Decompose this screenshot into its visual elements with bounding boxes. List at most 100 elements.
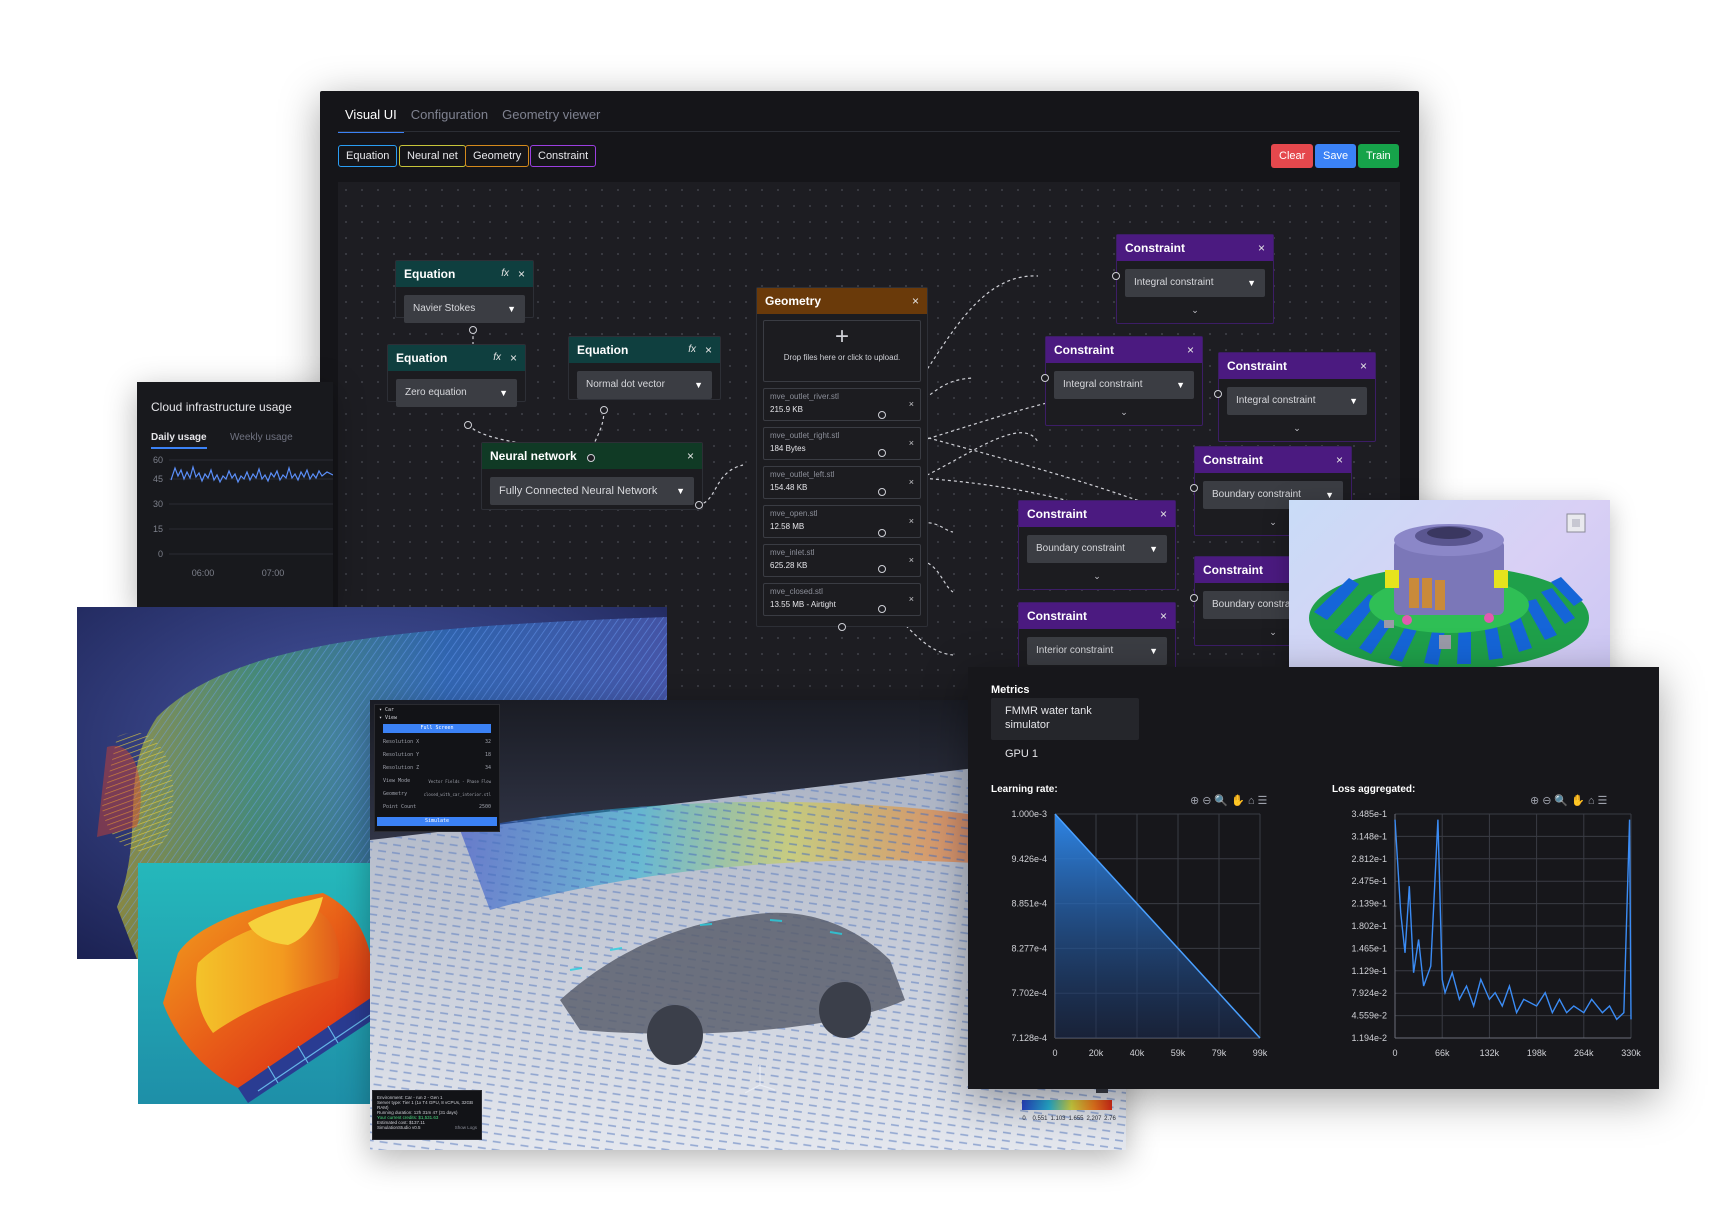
node-port[interactable] bbox=[878, 605, 886, 613]
node-title: Constraint bbox=[1203, 563, 1263, 577]
expand-chevron-icon[interactable]: ⌄ bbox=[1117, 305, 1273, 317]
tab-daily-usage[interactable]: Daily usage bbox=[151, 432, 207, 449]
node-port[interactable] bbox=[1190, 484, 1198, 492]
constraint-node[interactable]: Constraint × Integral constraint ▼ ⌄ bbox=[1116, 234, 1274, 324]
close-icon[interactable]: × bbox=[510, 345, 517, 371]
close-icon[interactable]: × bbox=[705, 337, 712, 363]
file-dropzone[interactable]: + Drop files here or click to upload. bbox=[763, 320, 921, 382]
full-screen-button[interactable]: Full Screen bbox=[383, 724, 491, 733]
close-icon[interactable]: × bbox=[687, 443, 694, 469]
close-icon[interactable]: × bbox=[909, 594, 914, 604]
control-row[interactable]: Resolution X 32 bbox=[383, 736, 491, 749]
control-row[interactable]: Resolution Y 18 bbox=[383, 749, 491, 762]
file-item[interactable]: mve_closed.stl 13.55 MB - Airtight × bbox=[763, 583, 921, 616]
constraint-select[interactable]: Integral constraint ▼ bbox=[1125, 269, 1265, 297]
close-icon[interactable]: × bbox=[909, 477, 914, 487]
constraint-select[interactable]: Integral constraint ▼ bbox=[1227, 387, 1367, 415]
equation-node-normal-dot-vector[interactable]: Equation fx × Normal dot vector ▼ bbox=[568, 336, 721, 400]
function-icon[interactable]: fx bbox=[688, 337, 696, 363]
simulate-button[interactable]: Simulate bbox=[377, 817, 497, 826]
add-geometry-chip[interactable]: Geometry bbox=[465, 145, 530, 167]
node-title: Constraint bbox=[1027, 609, 1087, 623]
clear-button[interactable]: Clear bbox=[1271, 144, 1314, 168]
y-tick-label: 1.802e-1 bbox=[1351, 921, 1387, 931]
node-port[interactable] bbox=[464, 421, 472, 429]
constraint-select[interactable]: Integral constraint ▼ bbox=[1054, 371, 1194, 399]
close-icon[interactable]: × bbox=[518, 261, 525, 287]
tab-visual-ui[interactable]: Visual UI bbox=[338, 107, 404, 133]
add-neural-net-chip[interactable]: Neural net bbox=[399, 145, 466, 167]
constraint-select[interactable]: Boundary constraint ▼ bbox=[1027, 535, 1167, 563]
equation-select[interactable]: Normal dot vector ▼ bbox=[577, 371, 712, 399]
train-button[interactable]: Train bbox=[1358, 144, 1399, 168]
tab-configuration[interactable]: Configuration bbox=[404, 107, 495, 133]
function-icon[interactable]: fx bbox=[493, 345, 501, 371]
close-icon[interactable]: × bbox=[909, 555, 914, 565]
node-port[interactable] bbox=[1041, 374, 1049, 382]
add-equation-chip[interactable]: Equation bbox=[338, 145, 398, 167]
expand-chevron-icon[interactable]: ⌄ bbox=[1019, 571, 1175, 583]
close-icon[interactable]: × bbox=[909, 438, 914, 448]
close-icon[interactable]: × bbox=[1258, 235, 1265, 261]
close-icon[interactable]: × bbox=[1336, 447, 1343, 473]
chevron-down-icon: ▼ bbox=[1247, 278, 1256, 288]
file-name: mve_outlet_river.stl bbox=[770, 392, 839, 401]
close-icon[interactable]: × bbox=[909, 399, 914, 409]
close-icon[interactable]: × bbox=[1360, 353, 1367, 379]
network-select[interactable]: Fully Connected Neural Network ▼ bbox=[490, 477, 694, 505]
geometry-node[interactable]: Geometry × + Drop files here or click to … bbox=[756, 287, 928, 627]
file-item[interactable]: mve_open.stl 12.58 MB × bbox=[763, 505, 921, 538]
node-port[interactable] bbox=[1214, 390, 1222, 398]
expand-chevron-icon[interactable]: ⌄ bbox=[1046, 407, 1202, 419]
node-port[interactable] bbox=[695, 501, 703, 509]
control-row[interactable]: Resolution Z 34 bbox=[383, 762, 491, 775]
show-logs-link[interactable]: Show Logs bbox=[455, 1125, 477, 1130]
node-port[interactable] bbox=[587, 454, 595, 462]
equation-select[interactable]: Zero equation ▼ bbox=[396, 379, 517, 407]
equation-node-zero[interactable]: Equation fx × Zero equation ▼ bbox=[387, 344, 526, 407]
node-port[interactable] bbox=[878, 529, 886, 537]
node-port[interactable] bbox=[878, 449, 886, 457]
node-port[interactable] bbox=[1112, 272, 1120, 280]
chevron-down-icon: ▼ bbox=[499, 388, 508, 398]
node-port[interactable] bbox=[600, 406, 608, 414]
close-icon[interactable]: × bbox=[1187, 337, 1194, 363]
close-icon[interactable]: × bbox=[909, 516, 914, 526]
panel-header[interactable]: ▾ Car bbox=[375, 705, 499, 715]
node-port[interactable] bbox=[838, 623, 846, 631]
tab-weekly-usage[interactable]: Weekly usage bbox=[230, 432, 293, 443]
close-icon[interactable]: × bbox=[1160, 501, 1167, 527]
equation-node-navier-stokes[interactable]: Equation fx × Navier Stokes ▼ bbox=[395, 260, 534, 323]
equation-select[interactable]: Navier Stokes ▼ bbox=[404, 295, 525, 323]
select-value: Integral constraint bbox=[1063, 379, 1143, 390]
node-port[interactable] bbox=[878, 411, 886, 419]
file-item[interactable]: mve_outlet_right.stl 184 Bytes × bbox=[763, 427, 921, 460]
node-port[interactable] bbox=[878, 488, 886, 496]
file-name: mve_open.stl bbox=[770, 509, 818, 518]
constraint-node[interactable]: Constraint × Integral constraint ▼ ⌄ bbox=[1218, 352, 1376, 442]
section-header[interactable]: ▾ View bbox=[375, 715, 499, 721]
y-tick-label: 3.148e-1 bbox=[1351, 831, 1387, 841]
constraint-select[interactable]: Interior constraint ▼ bbox=[1027, 637, 1167, 665]
save-button[interactable]: Save bbox=[1315, 144, 1357, 168]
control-row[interactable]: Geometry closed_with_car_interior.stl bbox=[383, 788, 491, 801]
panel-title: Cloud infrastructure usage bbox=[151, 400, 292, 414]
file-item[interactable]: mve_inlet.stl 625.28 KB × bbox=[763, 544, 921, 577]
thermal-viewport[interactable] bbox=[138, 863, 400, 1104]
control-row[interactable]: View Mode Vector Fields - Phase Flow bbox=[383, 775, 491, 788]
file-item[interactable]: mve_outlet_left.stl 154.48 KB × bbox=[763, 466, 921, 499]
node-port[interactable] bbox=[469, 326, 477, 334]
neural-network-node[interactable]: Neural network × Fully Connected Neural N… bbox=[481, 442, 703, 510]
node-port[interactable] bbox=[878, 565, 886, 573]
constraint-node[interactable]: Constraint × Boundary constraint ▼ ⌄ bbox=[1018, 500, 1176, 590]
control-row[interactable]: Point Count 2500 bbox=[383, 801, 491, 814]
add-constraint-chip[interactable]: Constraint bbox=[530, 145, 597, 167]
close-icon[interactable]: × bbox=[1160, 603, 1167, 629]
tab-geometry-viewer[interactable]: Geometry viewer bbox=[495, 107, 607, 133]
file-item[interactable]: mve_outlet_river.stl 215.9 KB × bbox=[763, 388, 921, 421]
constraint-node[interactable]: Constraint × Integral constraint ▼ ⌄ bbox=[1045, 336, 1203, 426]
close-icon[interactable]: × bbox=[912, 288, 919, 314]
node-port[interactable] bbox=[1190, 594, 1198, 602]
expand-chevron-icon[interactable]: ⌄ bbox=[1219, 423, 1375, 435]
function-icon[interactable]: fx bbox=[501, 261, 509, 287]
